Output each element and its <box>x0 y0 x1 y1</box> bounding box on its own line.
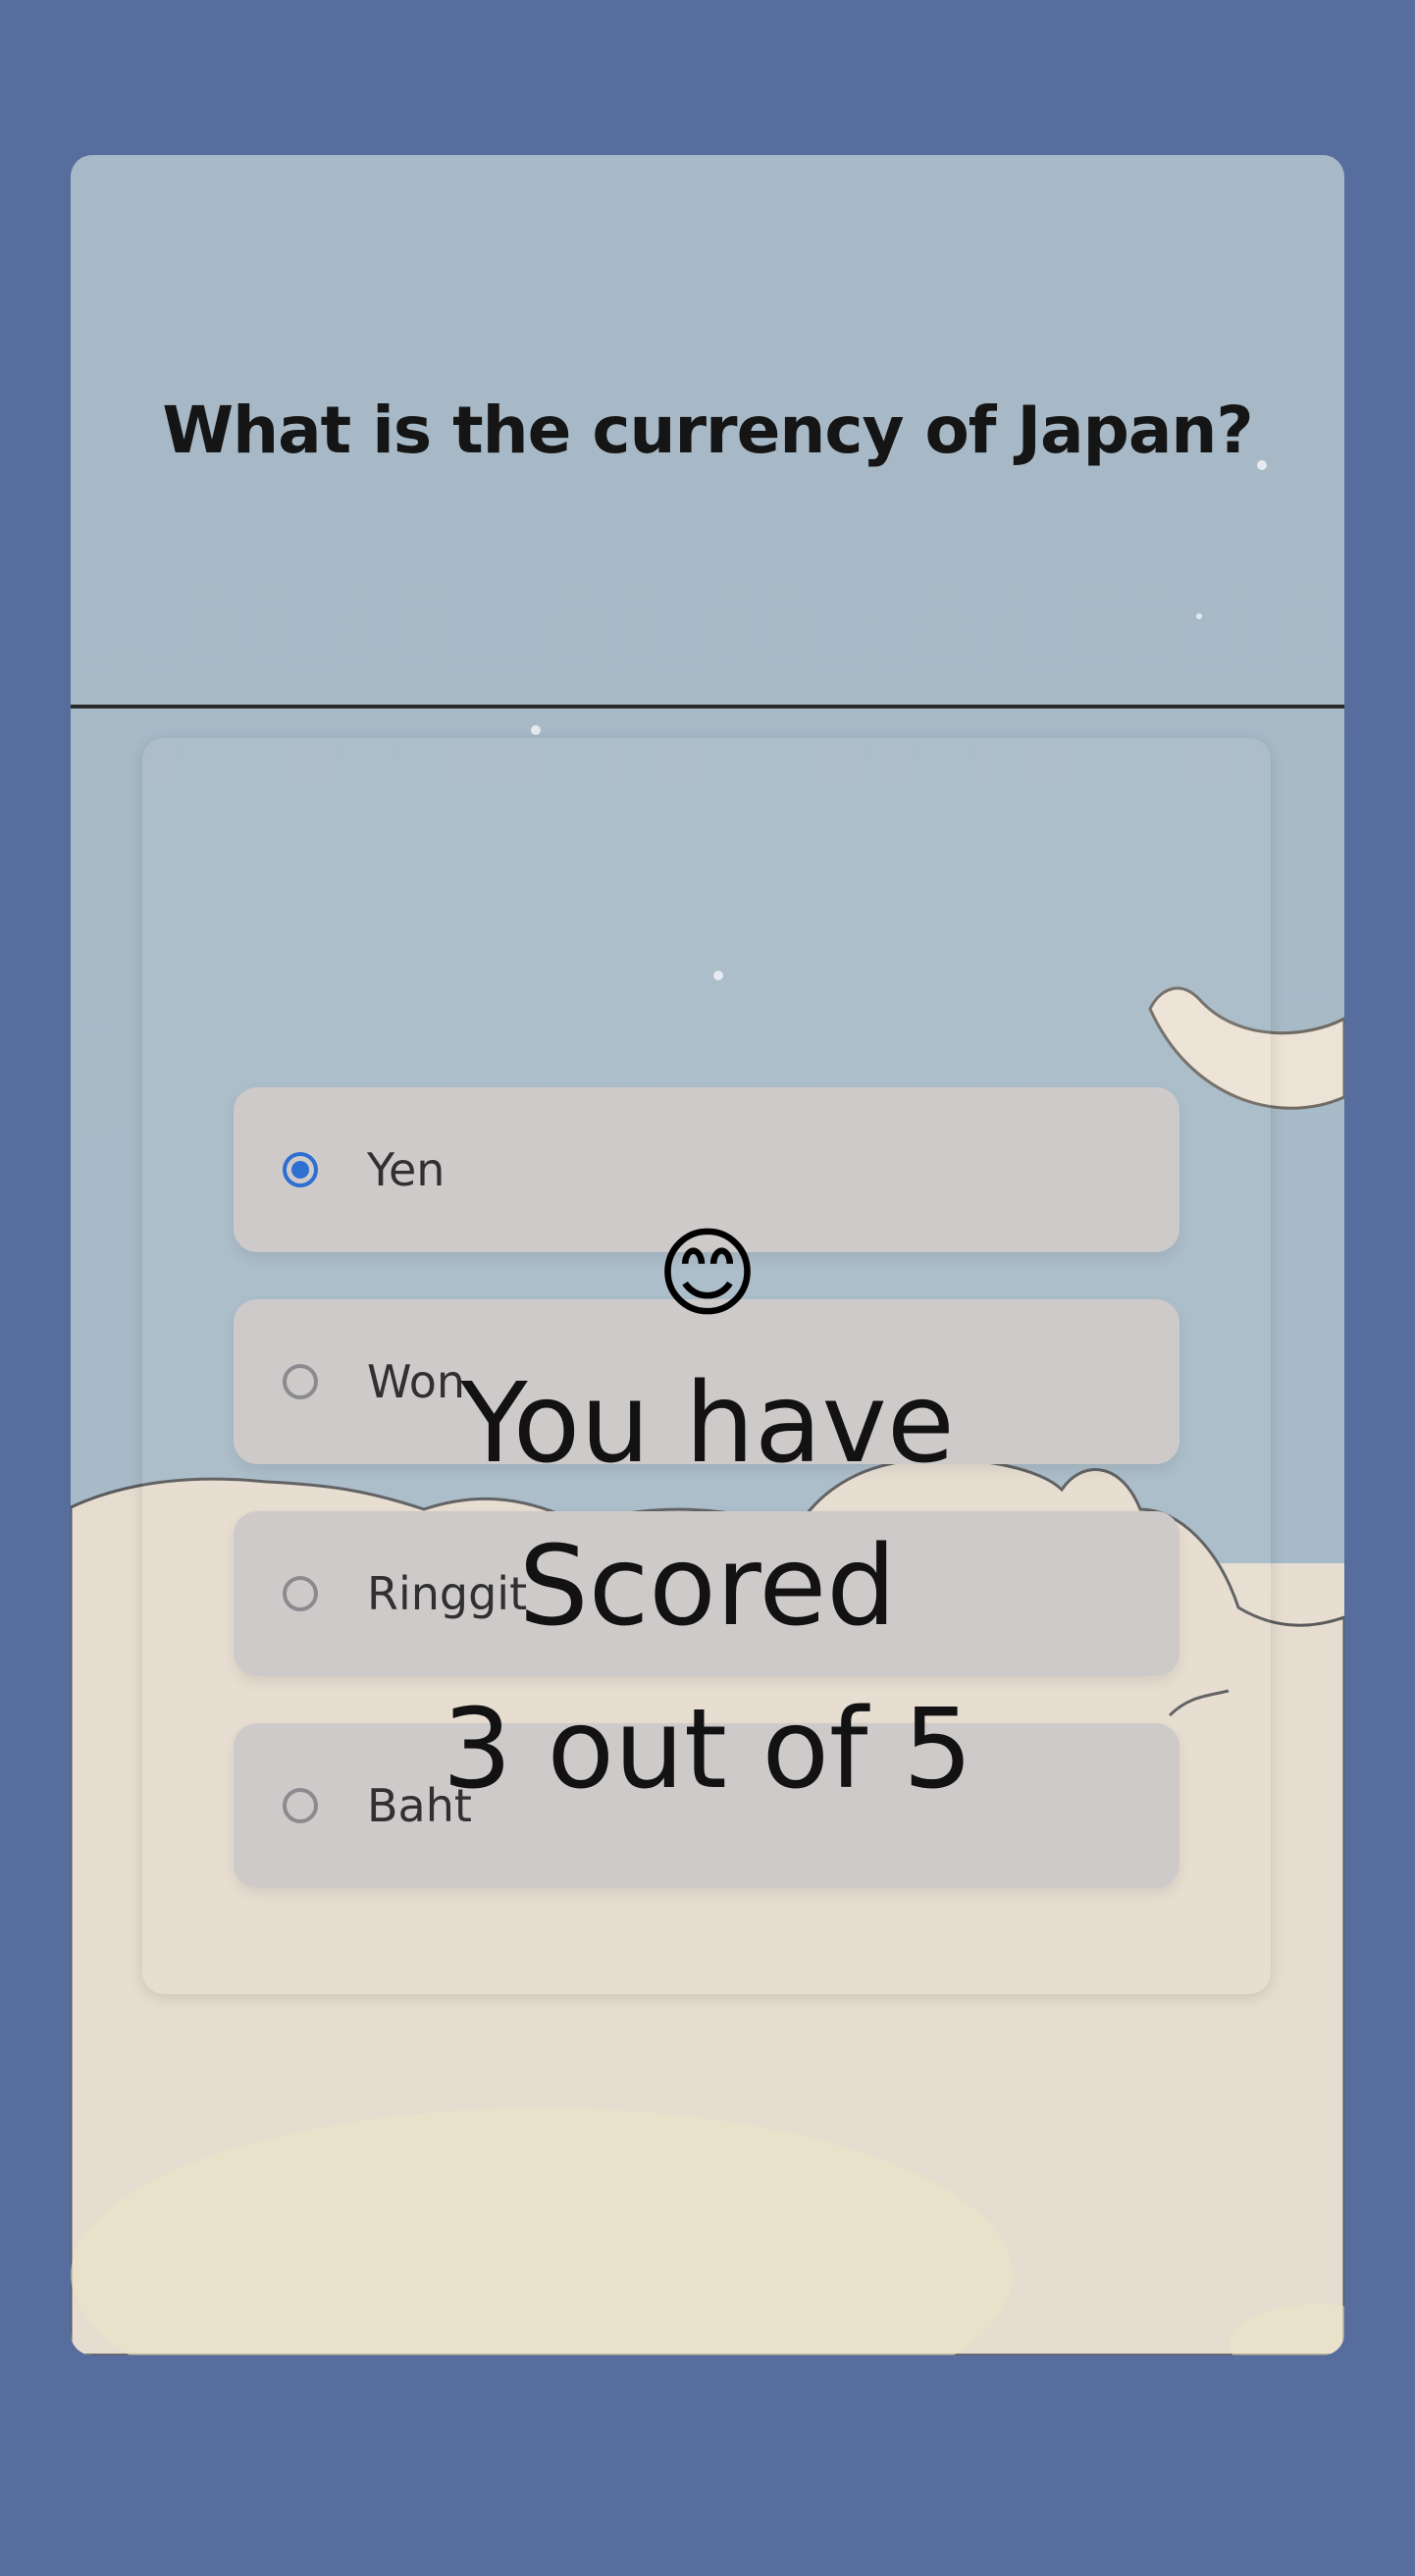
option-won[interactable]: Won <box>234 1299 1179 1464</box>
option-ringgit[interactable]: Ringgit <box>234 1511 1179 1676</box>
radio-selected-icon[interactable] <box>283 1152 318 1187</box>
option-yen[interactable]: Yen <box>234 1087 1179 1252</box>
radio-unselected-icon[interactable] <box>283 1788 318 1823</box>
radio-unselected-icon[interactable] <box>283 1576 318 1611</box>
option-baht[interactable]: Baht <box>234 1723 1179 1888</box>
option-label: Won <box>367 1355 466 1408</box>
option-label: Baht <box>367 1779 472 1832</box>
question-text: What is the currency of Japan? <box>162 392 1253 468</box>
option-label: Ringgit <box>367 1567 528 1620</box>
radio-unselected-icon[interactable] <box>283 1364 318 1399</box>
header-divider <box>71 705 1344 709</box>
quiz-card: What is the currency of Japan? Yen Won R… <box>71 155 1344 2355</box>
option-label: Yen <box>367 1143 445 1196</box>
question-header: What is the currency of Japan? <box>71 155 1344 705</box>
